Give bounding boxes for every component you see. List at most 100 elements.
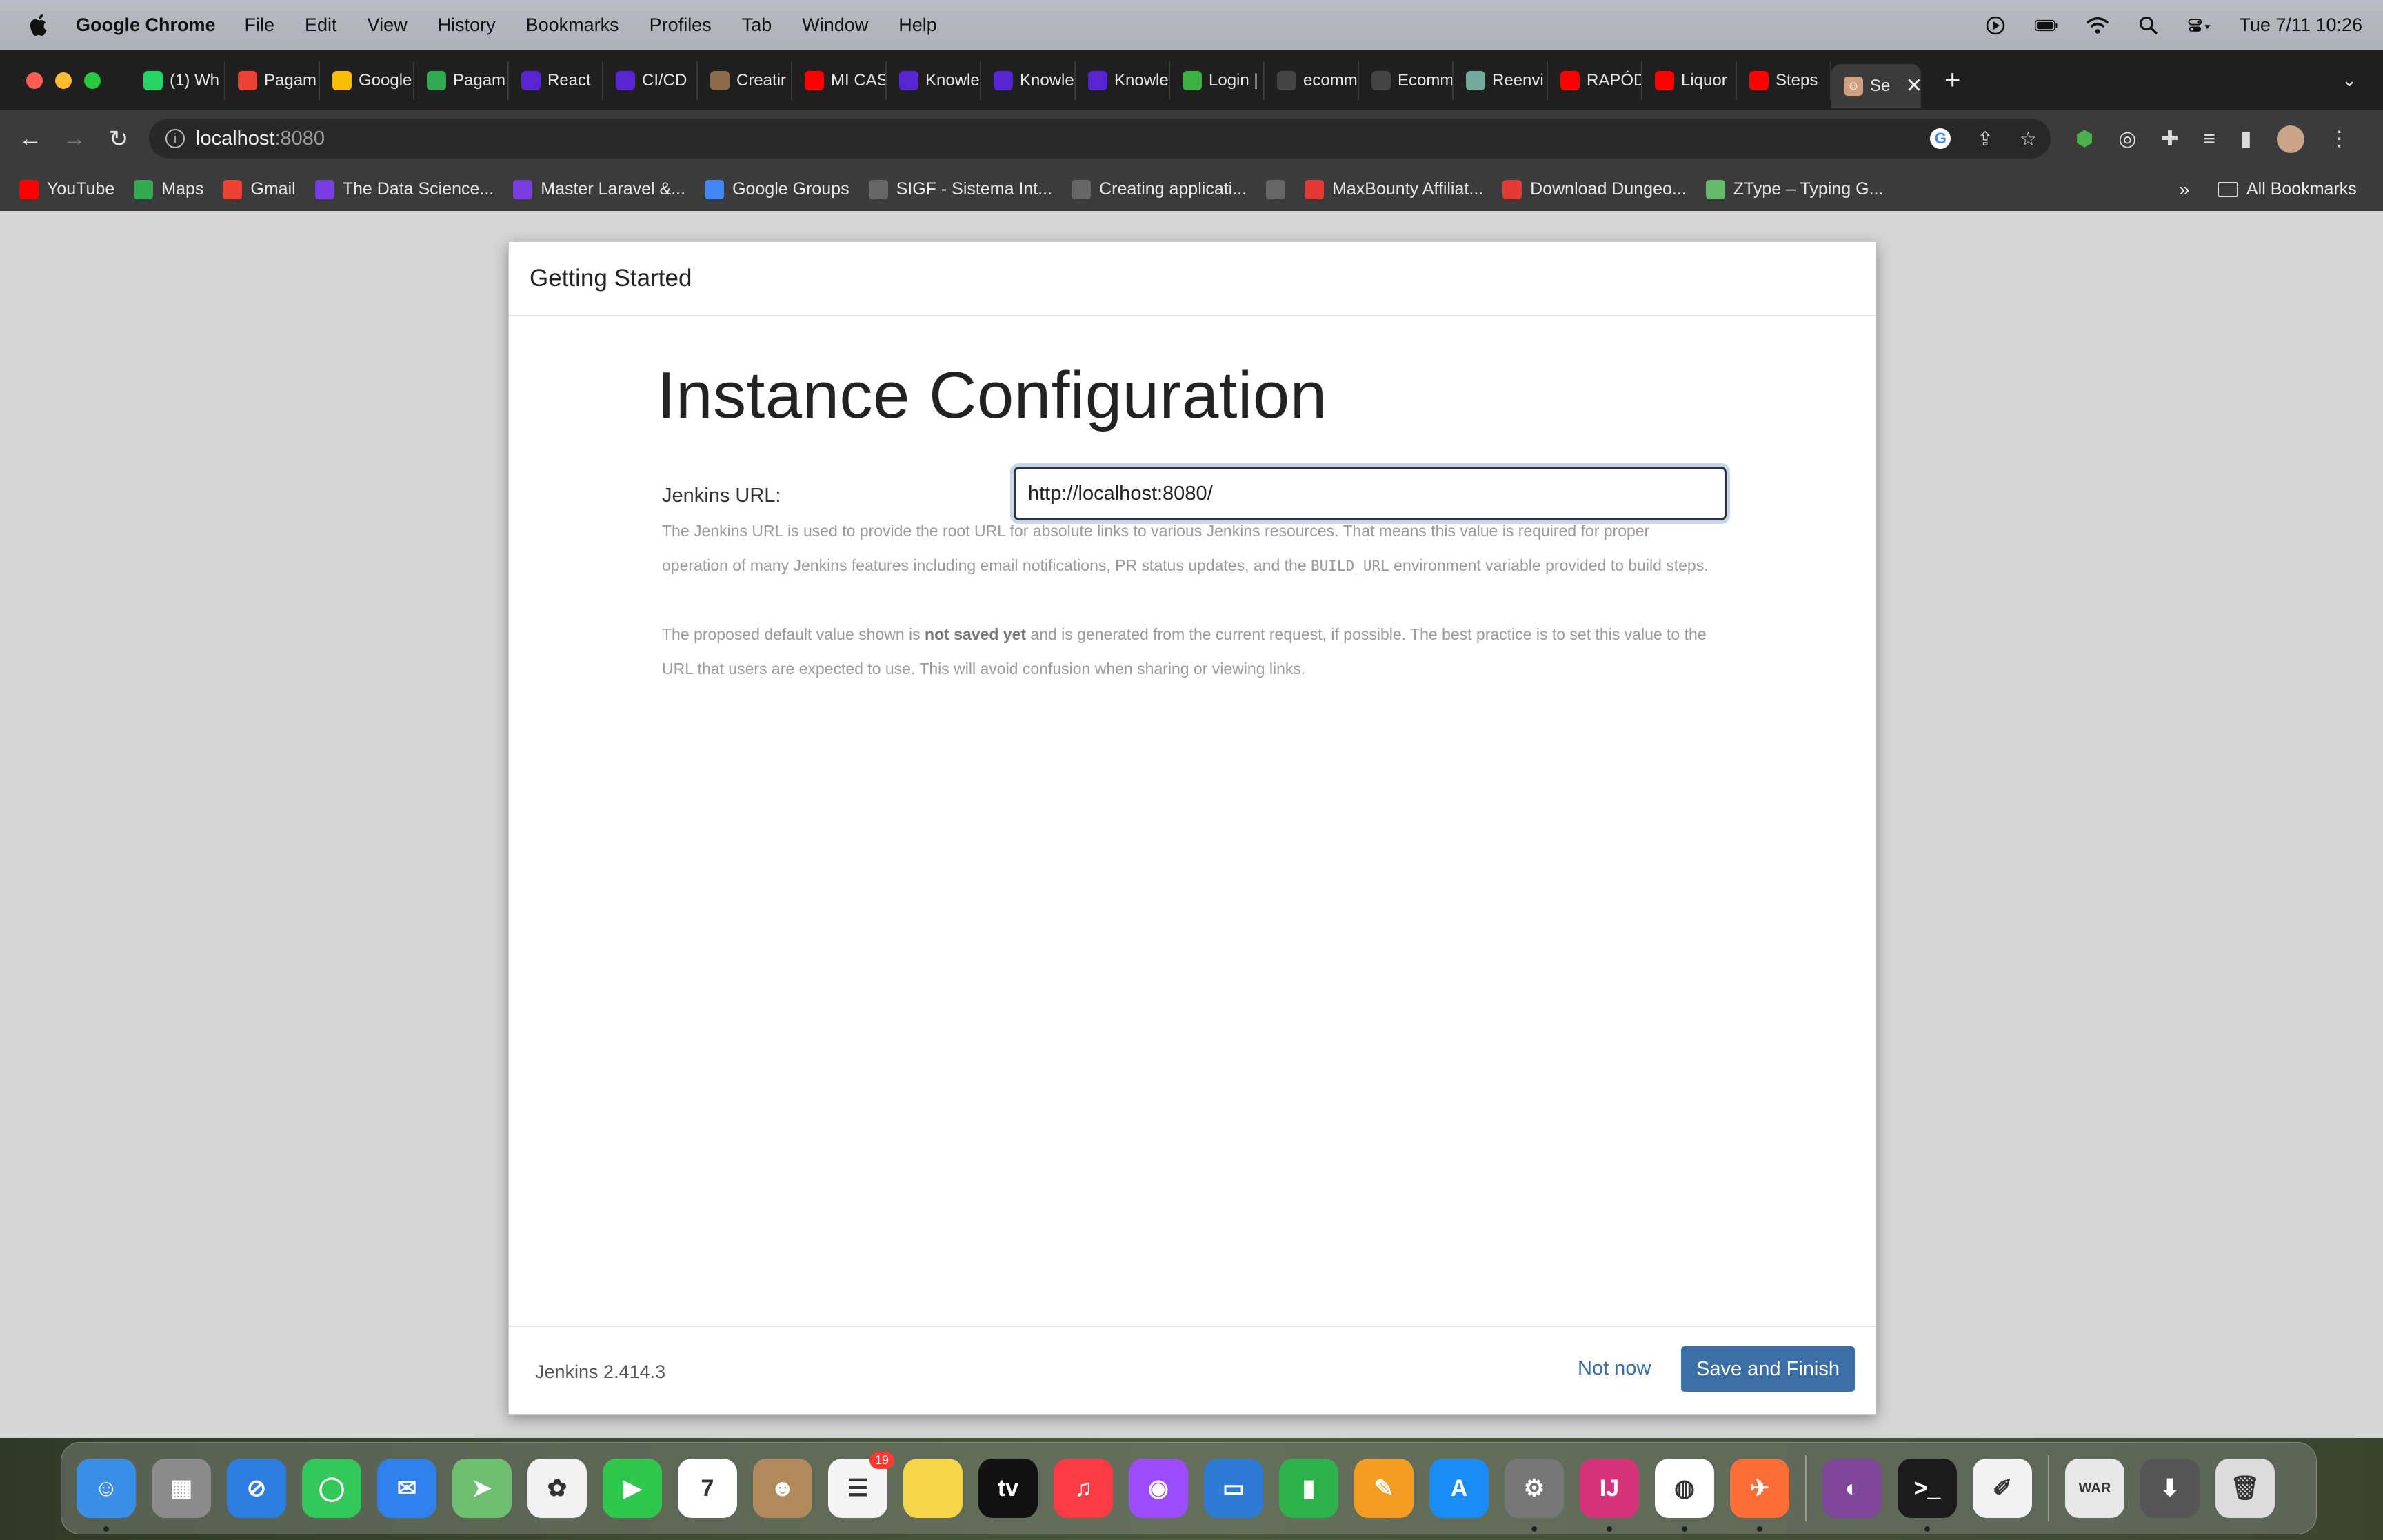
browser-tab[interactable]: Knowle	[887, 61, 981, 100]
pages-icon[interactable]: ✎	[1354, 1459, 1414, 1518]
battery-icon[interactable]	[2035, 15, 2058, 36]
close-tab-icon[interactable]: ✕	[1905, 74, 1921, 98]
apple-icon[interactable]	[28, 13, 50, 38]
not-now-link[interactable]: Not now	[1578, 1357, 1651, 1380]
postman-icon[interactable]: ✈	[1730, 1459, 1789, 1532]
address-bar[interactable]: i localhost:8080 G ⇪ ☆	[149, 119, 2051, 159]
bookmark-item[interactable]: MaxBounty Affiliat...	[1305, 179, 1483, 199]
browser-tab[interactable]: CI/CD	[603, 61, 698, 100]
numbers-icon[interactable]: ▮	[1279, 1459, 1338, 1518]
podcasts-icon[interactable]: ◉	[1129, 1459, 1188, 1518]
menu-bookmarks[interactable]: Bookmarks	[526, 14, 619, 36]
tor-icon[interactable]: ◐	[1822, 1459, 1882, 1518]
save-and-finish-button[interactable]: Save and Finish	[1681, 1346, 1855, 1392]
browser-tab[interactable]: ecomm	[1265, 61, 1359, 100]
wifi-icon[interactable]	[2086, 15, 2109, 36]
system-settings-icon[interactable]: ⚙	[1505, 1459, 1564, 1532]
chrome-icon[interactable]: ◍	[1655, 1459, 1714, 1532]
menu-window[interactable]: Window	[802, 14, 868, 36]
forward-button[interactable]: →	[61, 125, 88, 153]
chrome-menu-icon[interactable]: ⋮	[2329, 127, 2350, 151]
notes-icon[interactable]	[903, 1459, 963, 1518]
extensions-puzzle-icon[interactable]: ✚	[2161, 127, 2178, 151]
browser-tab[interactable]: Login |	[1170, 61, 1265, 100]
menu-history[interactable]: History	[438, 14, 496, 36]
browser-tab[interactable]: RAPÓD	[1548, 61, 1642, 100]
bookmark-star-icon[interactable]: ☆	[2020, 128, 2037, 150]
browser-tab[interactable]: MI CAS	[792, 61, 887, 100]
spotlight-search-icon[interactable]	[2137, 15, 2160, 36]
all-bookmarks-button[interactable]: All Bookmarks	[2218, 179, 2357, 199]
jenkins-url-input[interactable]	[1014, 467, 1727, 520]
window-close-button[interactable]	[26, 72, 43, 89]
side-panel-icon[interactable]: ▮	[2240, 127, 2252, 151]
menu-help[interactable]: Help	[898, 14, 937, 36]
war-file-icon[interactable]: WAR	[2065, 1459, 2124, 1518]
textedit-icon[interactable]: ✐	[1973, 1459, 2032, 1518]
tab-search-chevron-icon[interactable]: ⌄	[2342, 70, 2357, 91]
browser-tab[interactable]: Knowle	[981, 61, 1076, 100]
messages-icon[interactable]: ◯	[302, 1459, 361, 1518]
browser-tab[interactable]: Google	[320, 61, 414, 100]
new-tab-button[interactable]: +	[1944, 65, 1960, 96]
bookmark-item[interactable]: Gmail	[223, 179, 296, 199]
browser-tab[interactable]: Pagam	[225, 61, 320, 100]
menu-edit[interactable]: Edit	[305, 14, 337, 36]
safari-icon[interactable]: ⊘	[227, 1459, 286, 1518]
terminal-icon[interactable]: >_	[1898, 1459, 1957, 1532]
bookmark-item[interactable]: Maps	[134, 179, 203, 199]
contacts-icon[interactable]: ☻	[753, 1459, 812, 1518]
music-icon[interactable]: ♫	[1054, 1459, 1113, 1518]
bookmark-item[interactable]: The Data Science...	[314, 179, 494, 199]
menu-profiles[interactable]: Profiles	[650, 14, 712, 36]
appletv-icon[interactable]: tv	[978, 1459, 1038, 1518]
tab-active[interactable]: ☺ Se ✕	[1831, 63, 1921, 108]
bookmarks-overflow-button[interactable]: »	[2179, 179, 2190, 201]
browser-tab[interactable]: Steps	[1737, 61, 1831, 100]
mail-icon[interactable]: ✉	[377, 1459, 436, 1518]
menu-app-name[interactable]: Google Chrome	[76, 14, 216, 36]
media-play-icon[interactable]	[1984, 15, 2007, 36]
launchpad-icon[interactable]: ▦	[152, 1459, 211, 1518]
window-zoom-button[interactable]	[84, 72, 101, 89]
profile-avatar[interactable]	[2276, 125, 2304, 153]
bookmark-item[interactable]: SIGF - Sistema Int...	[868, 179, 1052, 199]
extension-target-icon[interactable]: ◎	[2118, 127, 2136, 151]
calendar-icon[interactable]: 7	[678, 1459, 737, 1518]
share-icon[interactable]: ⇪	[1977, 128, 1993, 150]
menu-file[interactable]: File	[245, 14, 275, 36]
extension-badge-icon[interactable]: ⬢	[2075, 127, 2093, 151]
bookmark-item[interactable]: Master Laravel &...	[513, 179, 685, 199]
bookmark-item[interactable]: Google Groups	[705, 179, 849, 199]
bookmark-item[interactable]: ZType – Typing G...	[1705, 179, 1883, 199]
downloads-icon[interactable]: ⬇	[2140, 1459, 2200, 1518]
browser-tab[interactable]: Knowle	[1076, 61, 1170, 100]
back-button[interactable]: ←	[17, 125, 44, 153]
site-info-icon[interactable]: i	[165, 129, 185, 148]
bookmark-item[interactable]: Creating applicati...	[1072, 179, 1247, 199]
browser-tab[interactable]: Creatir	[698, 61, 792, 100]
menu-clock[interactable]: Tue 7/11 10:26	[2239, 14, 2362, 36]
bookmark-item[interactable]: Download Dungeo...	[1502, 179, 1687, 199]
control-center-icon[interactable]	[2188, 15, 2211, 36]
keynote-icon[interactable]: ▭	[1204, 1459, 1263, 1518]
browser-tab[interactable]: Pagam	[414, 61, 509, 100]
bookmark-item[interactable]: YouTube	[19, 179, 114, 199]
browser-tab[interactable]: Ecomm	[1359, 61, 1454, 100]
finder-icon[interactable]: ☺	[77, 1459, 136, 1532]
reminders-icon[interactable]: ☰ 19	[828, 1452, 894, 1518]
menu-tab[interactable]: Tab	[742, 14, 772, 36]
google-lens-icon[interactable]: G	[1930, 128, 1951, 149]
reload-button[interactable]: ↻	[105, 125, 132, 153]
browser-tab[interactable]: React	[509, 61, 603, 100]
browser-tab[interactable]: Liquor	[1642, 61, 1737, 100]
window-minimize-button[interactable]	[55, 72, 72, 89]
menu-view[interactable]: View	[368, 14, 408, 36]
trash-icon[interactable]: 🗑	[2215, 1459, 2275, 1518]
maps-icon[interactable]: ➤	[452, 1459, 512, 1518]
browser-tab[interactable]: Reenvi	[1454, 61, 1548, 100]
reading-list-icon[interactable]: ≡	[2204, 128, 2216, 151]
browser-tab[interactable]: (1) Wh	[131, 61, 225, 100]
bookmark-item[interactable]	[1266, 179, 1286, 199]
intellij-icon[interactable]: IJ	[1580, 1459, 1639, 1532]
